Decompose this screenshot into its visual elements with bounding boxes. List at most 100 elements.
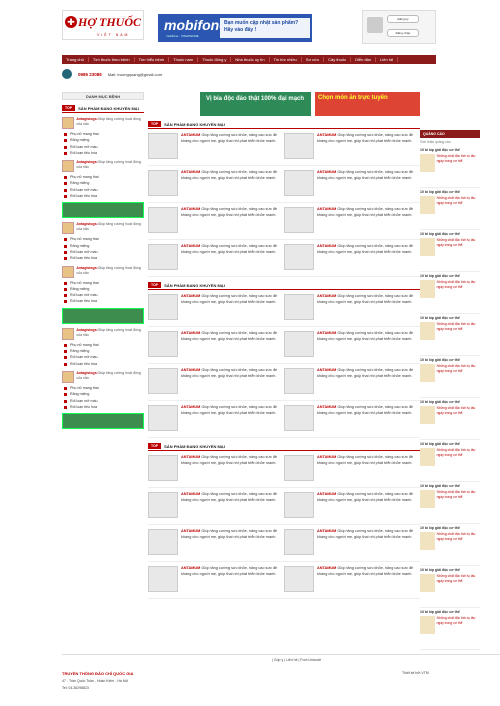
category-item[interactable]: Rối loạn tiêu hóa [62,255,144,261]
product-card[interactable]: ANTAMUM Giúp tăng cường sức khỏe, nâng c… [284,327,420,364]
product-card[interactable]: ANTAMUM Giúp tăng cường sức khỏe, nâng c… [284,364,420,401]
ad-text[interactable]: Những chất độc tích tụ lâu ngày trong cơ… [437,448,480,466]
product-card[interactable]: ANTAMUM Giúp tăng cường sức khỏe, nâng c… [148,129,284,166]
ad-image[interactable] [420,574,435,592]
product-name[interactable]: ANTAMUM [317,492,336,496]
product-card[interactable]: ANTAMUM Giúp tăng cường sức khỏe, nâng c… [284,401,420,438]
product-name[interactable]: ANTAMUM [181,331,200,335]
nav-item[interactable]: Liên hệ [376,57,399,62]
product-card[interactable]: ANTAMUM Giúp tăng cường sức khỏe, nâng c… [148,240,284,277]
left-product[interactable]: Antagistogs:Giúp tăng cường hoạt động củ… [62,160,144,173]
ad-title[interactable]: 10 bí kíp giải độc cơ thể [420,484,480,488]
sidebar-banner[interactable] [62,307,144,324]
ad-card[interactable]: 10 bí kíp giải độc cơ thể Những chất độc … [420,524,480,566]
product-card[interactable]: ANTAMUM Giúp tăng cường sức khỏe, nâng c… [284,525,420,562]
product-name[interactable]: ANTAMUM [181,133,200,137]
product-card[interactable]: ANTAMUM Giúp tăng cường sức khỏe, nâng c… [284,290,420,327]
site-logo[interactable]: ✚ HỢ THUỐC VIỆT NAM [62,10,144,40]
product-image[interactable] [148,529,178,555]
product-card[interactable]: ANTAMUM Giúp tăng cường sức khỏe, nâng c… [148,166,284,203]
product-image[interactable] [284,368,314,394]
sidebar-banner[interactable] [62,202,144,219]
ad-title[interactable]: 10 bí kíp giải độc cơ thể [420,148,480,152]
category-item[interactable]: Rối loạn tiêu hóa [62,150,144,156]
product-card[interactable]: ANTAMUM Giúp tăng cường sức khỏe, nâng c… [148,327,284,364]
ad-image[interactable] [420,406,435,424]
ad-card[interactable]: 10 bí kíp giải độc cơ thể Những chất độc … [420,608,480,650]
product-image[interactable] [284,455,314,481]
product-image[interactable] [148,492,178,518]
product-name[interactable]: ANTAMUM [181,492,200,496]
ad-text[interactable]: Những chất độc tích tụ lâu ngày trong cơ… [437,322,480,340]
product-card[interactable]: ANTAMUM Giúp tăng cường sức khỏe, nâng c… [148,401,284,438]
ad-card[interactable]: 10 bí kíp giải độc cơ thể Những chất độc … [420,314,480,356]
ad-text[interactable]: Những chất độc tích tụ lâu ngày trong cơ… [437,490,480,508]
ad-image[interactable] [420,154,435,172]
ad-title[interactable]: 10 bí kíp giải độc cơ thể [420,190,480,194]
ad-image[interactable] [420,196,435,214]
product-image[interactable] [148,405,178,431]
product-name[interactable]: ANTAMUM [181,294,200,298]
product-name[interactable]: ANTAMUM [317,405,336,409]
left-product[interactable]: Antagistogs:Giúp tăng cường hoạt động củ… [62,117,144,129]
ad-title[interactable]: 10 bí kíp giải độc cơ thể [420,358,480,362]
category-item[interactable]: Rối loạn tiêu hóa [62,298,144,304]
product-image[interactable] [284,405,314,431]
ad-card[interactable]: 10 bí kíp giải độc cơ thể Những chất độc … [420,398,480,440]
product-thumbnail[interactable] [62,327,75,340]
ad-text[interactable]: Những chất độc tích tụ lâu ngày trong cơ… [437,238,480,256]
product-name[interactable]: ANTAMUM [317,529,336,533]
ad-image[interactable] [420,448,435,466]
ad-text[interactable]: Những chất độc tích tụ lâu ngày trong cơ… [437,154,480,172]
nav-item[interactable]: Cây thuốc [324,57,352,62]
product-name[interactable]: ANTAMUM [317,331,336,335]
product-image[interactable] [148,294,178,320]
ad-text[interactable]: Những chất độc tích tụ lâu ngày trong cơ… [437,616,480,634]
ad-image[interactable] [420,280,435,298]
ad-text[interactable]: Những chất độc tích tụ lâu ngày trong cơ… [437,574,480,592]
ad-text[interactable]: Những chất độc tích tụ lâu ngày trong cơ… [437,364,480,382]
ad-image[interactable] [420,322,435,340]
ad-title[interactable]: 10 bí kíp giải độc cơ thể [420,400,480,404]
product-name[interactable]: ANTAMUM [181,368,200,372]
product-image[interactable] [284,244,314,270]
ad-image[interactable] [420,364,435,382]
product-card[interactable]: ANTAMUM Giúp tăng cường sức khỏe, nâng c… [148,525,284,562]
product-name[interactable]: ANTAMUM [181,405,200,409]
ad-title[interactable]: 10 bí kíp giải độc cơ thể [420,526,480,530]
product-card[interactable]: ANTAMUM Giúp tăng cường sức khỏe, nâng c… [148,562,284,599]
product-image[interactable] [148,368,178,394]
footer-links[interactable]: | Góp ý | Liên hệ | Font Unicode [272,658,321,662]
login-button[interactable]: Đăng nhập [387,29,419,37]
left-product[interactable]: Antagistogs:Giúp tăng cường hoạt động củ… [62,370,144,383]
product-card[interactable]: ANTAMUM Giúp tăng cường sức khỏe, nâng c… [284,166,420,203]
hotline-phone[interactable]: 0985 23086 [78,72,102,77]
ad-text[interactable]: Những chất độc tích tụ lâu ngày trong cơ… [437,196,480,214]
sidebar-banner[interactable] [62,413,144,430]
ad-title[interactable]: 10 bí kíp giải độc cơ thể [420,568,480,572]
product-name[interactable]: ANTAMUM [317,244,336,248]
left-product[interactable]: Antagistogs:Giúp tăng cường hoạt động củ… [62,222,144,235]
product-card[interactable]: ANTAMUM Giúp tăng cường sức khỏe, nâng c… [284,203,420,240]
product-name[interactable]: ANTAMUM [317,566,336,570]
product-name[interactable]: ANTAMUM [317,133,336,137]
ad-card[interactable]: 10 bí kíp giải độc cơ thể Những chất độc … [420,272,480,314]
mobifone-banner[interactable]: mobifone mobifone · VINAPHONE Bạn muốn c… [158,14,312,42]
product-image[interactable] [284,331,314,357]
ad-card[interactable]: 10 bí kíp giải độc cơ thể Những chất độc … [420,188,480,230]
left-product[interactable]: Antagistogs:Giúp tăng cường hoạt động củ… [62,265,144,278]
product-image[interactable] [284,207,314,233]
product-card[interactable]: ANTAMUM Giúp tăng cường sức khỏe, nâng c… [284,451,420,488]
product-name[interactable]: ANTAMUM [181,529,200,533]
product-thumbnail[interactable] [62,117,75,129]
nav-item[interactable]: Thuốc đông y [198,57,232,62]
nav-item[interactable]: Thuốc nam [169,57,199,62]
ad-image[interactable] [420,238,435,256]
ad-image[interactable] [420,532,435,550]
nav-item[interactable]: Sơ cứu [302,57,325,62]
category-item[interactable]: Rối loạn tiêu hóa [62,361,144,367]
product-name[interactable]: ANTAMUM [317,170,336,174]
food-promo[interactable]: Chọn món ăn trực tuyến [315,92,420,116]
product-name[interactable]: ANTAMUM [181,244,200,248]
product-image[interactable] [148,244,178,270]
